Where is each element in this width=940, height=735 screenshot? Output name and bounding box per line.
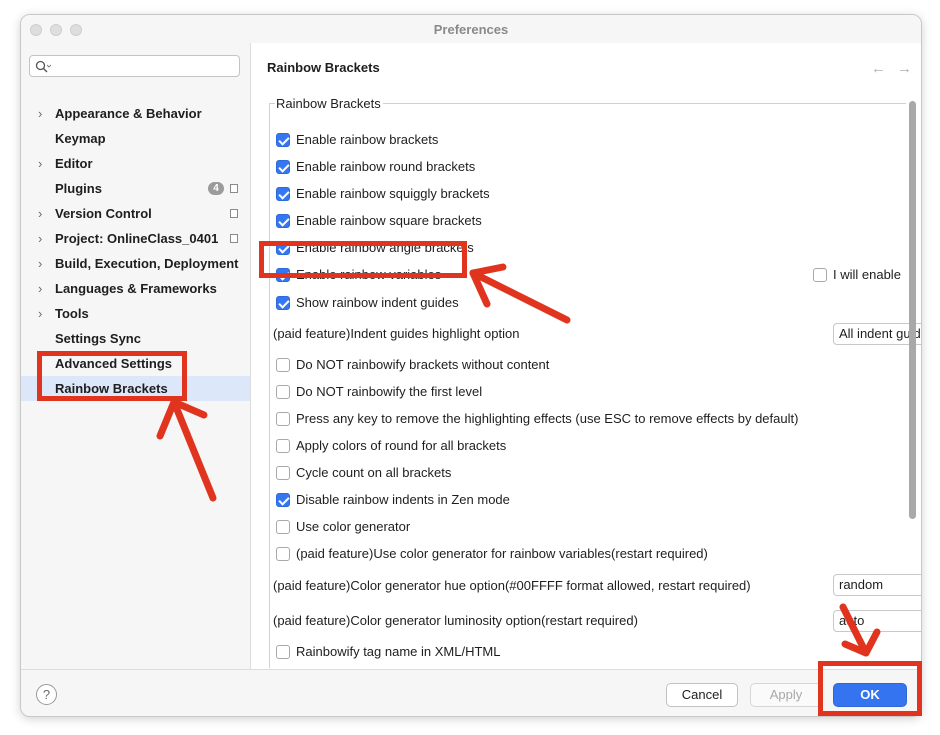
arrow-icon	[469, 263, 571, 324]
arrow-icon	[156, 398, 217, 502]
arrow-icon	[839, 603, 881, 657]
annotation-arrows	[156, 263, 881, 657]
